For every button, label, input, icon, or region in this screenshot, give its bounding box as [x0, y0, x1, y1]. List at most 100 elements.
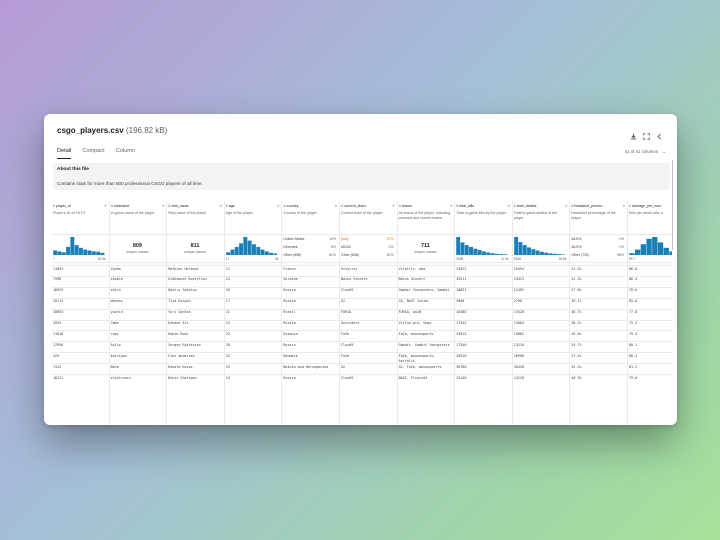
table-cell[interactable]: 20: [226, 343, 279, 348]
table-cell[interactable]: Finn Andersen: [168, 354, 221, 359]
table-cell[interactable]: France: [283, 267, 336, 272]
table-cell[interactable]: 2760: [514, 299, 567, 304]
table-cell[interactable]: 21: [226, 267, 279, 272]
table-cell[interactable]: Gambit, Gambit Youngsters: [399, 343, 452, 348]
table-cell[interactable]: ropz: [111, 332, 164, 337]
table-cell[interactable]: Russia: [283, 321, 336, 326]
table-cell[interactable]: 80.1: [629, 343, 672, 348]
column-header[interactable]: #age ≡ Age of the player: [224, 201, 282, 234]
column-header[interactable]: Areal_name ≡ Real name of the player: [166, 201, 224, 234]
tab-detail[interactable]: Detail: [57, 148, 72, 159]
table-cell[interactable]: s1mple: [111, 277, 164, 282]
table-cell[interactable]: 86.4: [629, 277, 672, 282]
sort-menu-icon[interactable]: ≡: [162, 204, 164, 208]
table-cell[interactable]: 22: [226, 332, 279, 337]
table-cell[interactable]: karrigan: [111, 354, 164, 359]
table-cell[interactable]: 30450: [514, 365, 567, 370]
table-cell[interactable]: 18929: [53, 288, 106, 293]
table-cell[interactable]: Cloud9: [341, 288, 394, 293]
table-cell[interactable]: Russia: [283, 299, 336, 304]
table-cell[interactable]: Virtus.pro, Vega: [399, 321, 452, 326]
table-cell[interactable]: 4954: [53, 321, 106, 326]
table-cell[interactable]: NiKo: [111, 365, 164, 370]
table-cell[interactable]: Natus Vincere: [399, 277, 452, 282]
table-cell[interactable]: Aleksandr Kostyliev: [168, 277, 221, 282]
table-cell[interactable]: Denmark: [283, 354, 336, 359]
table-cell[interactable]: 24: [226, 277, 279, 282]
table-cell[interactable]: 49.6%: [571, 332, 624, 337]
column-header[interactable]: #player_id ≡ Player's ID on HLTV: [51, 201, 109, 234]
table-cell[interactable]: 38.2%: [571, 321, 624, 326]
sort-menu-icon[interactable]: ≡: [565, 204, 567, 208]
table-cell[interactable]: Cloud9: [341, 376, 394, 381]
table-cell[interactable]: FaZe: [341, 354, 394, 359]
table-cell[interactable]: 18053: [53, 310, 106, 315]
table-cell[interactable]: 68.4: [629, 354, 672, 359]
table-cell[interactable]: 52.5%: [571, 365, 624, 370]
table-cell[interactable]: 46.7%: [571, 310, 624, 315]
table-cell[interactable]: FaZe: [341, 332, 394, 337]
table-cell[interactable]: Natus Vincere: [341, 277, 394, 282]
download-icon[interactable]: [630, 127, 637, 140]
table-cell[interactable]: Dmitry Sokolov: [168, 288, 221, 293]
sort-menu-icon[interactable]: ≡: [104, 204, 106, 208]
table-cell[interactable]: 17: [226, 299, 279, 304]
column-header[interactable]: Acountry ≡ Country of the player: [281, 201, 339, 234]
table-cell[interactable]: 79.0: [629, 376, 672, 381]
table-cell[interactable]: 20113: [53, 299, 106, 304]
table-cell[interactable]: 26990: [514, 354, 567, 359]
table-cell[interactable]: 23022: [456, 267, 509, 272]
table-cell[interactable]: FaZe, mousesports: [399, 332, 452, 337]
table-cell[interactable]: 19862: [514, 332, 567, 337]
columns-selector[interactable]: 41 of 41 columns ⌄: [625, 149, 666, 155]
table-cell[interactable]: Russia: [283, 288, 336, 293]
table-cell[interactable]: 39.1%: [571, 299, 624, 304]
sort-menu-icon[interactable]: ≡: [623, 204, 625, 208]
table-cell[interactable]: G2, NAVI Junior: [399, 299, 452, 304]
table-cell[interactable]: 3800: [456, 299, 509, 304]
table-cell[interactable]: 25812: [456, 332, 509, 337]
table-cell[interactable]: Ukraine: [283, 277, 336, 282]
sort-menu-icon[interactable]: ≡: [335, 204, 337, 208]
table-cell[interactable]: 10851: [456, 288, 509, 293]
table-cell[interactable]: Vitality: [341, 267, 394, 272]
column-header[interactable]: #damage_per_roun≡Kills per death ratio o: [627, 201, 672, 234]
column-header[interactable]: #headshot_percen... ≡ Headshot percentage …: [569, 201, 627, 234]
table-cell[interactable]: Russia: [283, 376, 336, 381]
table-cell[interactable]: 429: [53, 354, 106, 359]
table-cell[interactable]: 41.3%: [571, 267, 624, 272]
column-header[interactable]: Acurrent_team ≡ Current team of the player: [339, 201, 397, 234]
table-cell[interactable]: FURIA, paiN: [399, 310, 452, 315]
table-cell[interactable]: 38780: [456, 365, 509, 370]
table-cell[interactable]: NAVI, Flipsid3: [399, 376, 452, 381]
table-cell[interactable]: electronic: [111, 376, 164, 381]
table-cell[interactable]: 75.2: [629, 321, 672, 326]
table-cell[interactable]: Bosnia and Herzegovina: [283, 365, 336, 370]
table-cell[interactable]: Ax1Le: [111, 343, 164, 348]
table-cell[interactable]: 13004: [514, 321, 567, 326]
table-cell[interactable]: 79.3: [629, 332, 672, 337]
table-cell[interactable]: Estonia: [283, 332, 336, 337]
table-cell[interactable]: 41.3%: [571, 277, 624, 282]
table-cell[interactable]: Brazil: [283, 310, 336, 315]
table-cell[interactable]: sh1ro: [111, 288, 164, 293]
table-cell[interactable]: 57.8%: [571, 288, 624, 293]
table-cell[interactable]: 37.4%: [571, 354, 624, 359]
sort-menu-icon[interactable]: ≡: [450, 204, 452, 208]
table-cell[interactable]: 20: [226, 288, 279, 293]
table-cell[interactable]: 18221: [53, 376, 106, 381]
sort-menu-icon[interactable]: ≡: [392, 204, 394, 208]
table-cell[interactable]: 48.3%: [571, 376, 624, 381]
column-header[interactable]: Anickname ≡ In-game name of the player: [109, 201, 167, 234]
table-cell[interactable]: Ilya Osipov: [168, 299, 221, 304]
sort-menu-icon[interactable]: ≡: [508, 204, 510, 208]
table-cell[interactable]: 54.7%: [571, 343, 624, 348]
table-cell[interactable]: Jame: [111, 321, 164, 326]
column-header[interactable]: #total_kills ≡ Total in-game kills by the …: [454, 201, 512, 234]
tab-compact[interactable]: Compact: [82, 148, 104, 159]
table-cell[interactable]: FURIA: [341, 310, 394, 315]
table-cell[interactable]: G2: [341, 365, 394, 370]
table-cell[interactable]: G2: [341, 299, 394, 304]
table-cell[interactable]: 12492: [514, 288, 567, 293]
table-cell[interactable]: 24: [226, 376, 279, 381]
